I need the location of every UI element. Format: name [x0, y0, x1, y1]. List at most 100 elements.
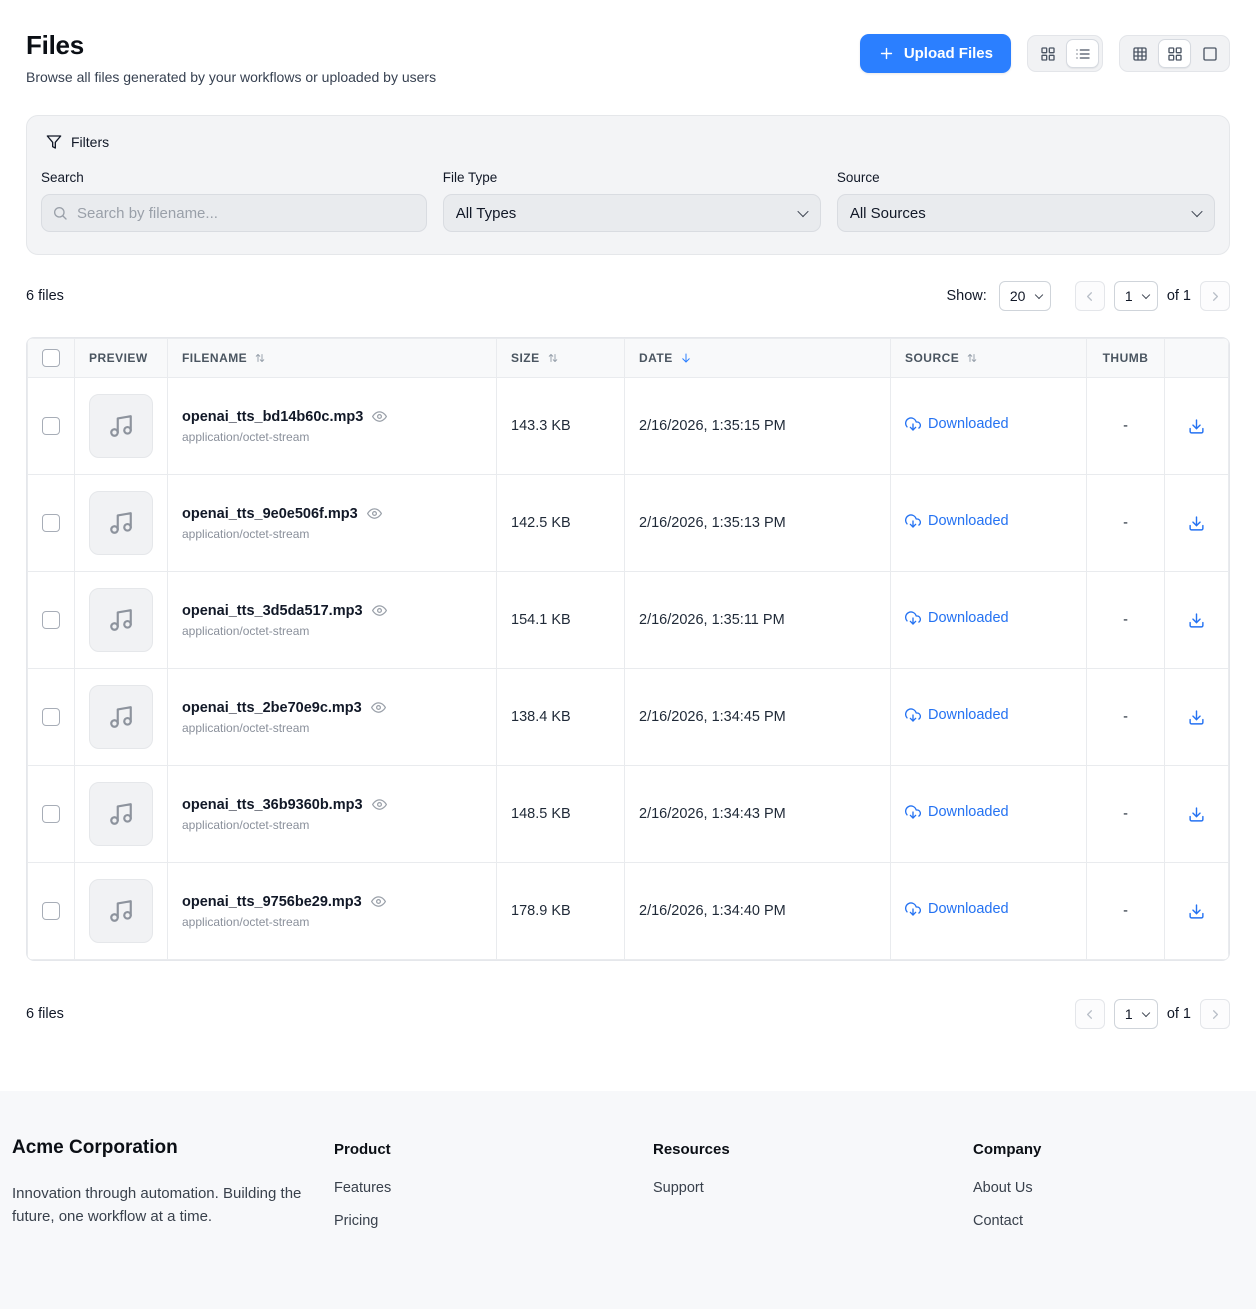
cloud-download-icon [905, 707, 921, 723]
page-size-select[interactable]: 20 [999, 281, 1051, 311]
footer-link-contact[interactable]: Contact [973, 1213, 1244, 1229]
sort-desc-icon [680, 352, 692, 364]
row-checkbox[interactable] [42, 902, 60, 920]
source-label-text: Downloaded [928, 513, 1009, 529]
file-type-select-wrap: All Types [443, 194, 821, 232]
footer-heading: Product [334, 1141, 653, 1158]
filter-funnel-icon [46, 134, 62, 150]
cloud-download-icon [905, 901, 921, 917]
download-button[interactable] [1184, 511, 1209, 536]
source-field-group: Source All Sources [837, 170, 1215, 232]
cloud-download-icon [905, 513, 921, 529]
single-density-button[interactable] [1193, 39, 1226, 68]
eye-icon[interactable] [372, 797, 387, 812]
prev-page-button[interactable] [1075, 999, 1105, 1029]
header-thumb: THUMB [1087, 339, 1165, 378]
header-size[interactable]: SIZE [497, 339, 625, 378]
header-source[interactable]: SOURCE [891, 339, 1087, 378]
download-icon [1188, 709, 1205, 726]
layout-toggle-group [1027, 35, 1103, 72]
pagination-controls-top: Show: 20 1 of 1 [947, 281, 1231, 311]
footer-link-about-us[interactable]: About Us [973, 1180, 1244, 1196]
music-note-icon [108, 510, 134, 536]
file-type-field-group: File Type All Types [443, 170, 821, 232]
table-row: openai_tts_2be70e9c.mp3 application/octe… [28, 669, 1229, 766]
file-mime: application/octet-stream [182, 721, 482, 735]
sort-icon [966, 352, 978, 364]
main-content: Files Browse all files generated by your… [0, 0, 1256, 1029]
download-button[interactable] [1184, 414, 1209, 439]
upload-files-button[interactable]: Upload Files [860, 34, 1011, 73]
cloud-download-icon [905, 416, 921, 432]
page-select-wrap: 1 [1114, 999, 1158, 1029]
source-badge[interactable]: Downloaded [905, 513, 1009, 529]
source-label-text: Downloaded [928, 416, 1009, 432]
file-type-select[interactable]: All Types [443, 194, 821, 232]
list-view-button[interactable] [1066, 39, 1099, 68]
show-label: Show: [947, 288, 987, 304]
file-name: openai_tts_36b9360b.mp3 [182, 797, 363, 813]
header-actions: Upload Files [860, 34, 1230, 73]
next-page-button[interactable] [1200, 281, 1230, 311]
next-page-button[interactable] [1200, 999, 1230, 1029]
source-label-text: Downloaded [928, 901, 1009, 917]
square-icon [1202, 46, 1218, 62]
download-icon [1188, 612, 1205, 629]
source-badge[interactable]: Downloaded [905, 901, 1009, 917]
page-of-text: of 1 [1167, 288, 1191, 304]
download-button[interactable] [1184, 802, 1209, 827]
download-icon [1188, 903, 1205, 920]
thumb-cell: - [1087, 572, 1165, 669]
footer-heading: Resources [653, 1141, 973, 1158]
download-button[interactable] [1184, 608, 1209, 633]
files-table-wrap: PREVIEW FILENAME SIZE DATE SOURCE THUMB … [26, 337, 1230, 961]
source-badge[interactable]: Downloaded [905, 707, 1009, 723]
download-button[interactable] [1184, 705, 1209, 730]
row-checkbox[interactable] [42, 611, 60, 629]
footer-link-pricing[interactable]: Pricing [334, 1213, 653, 1229]
audio-preview [89, 491, 153, 555]
page-select[interactable]: 1 [1114, 281, 1158, 311]
filters-header: Filters [41, 134, 1215, 150]
footer-link-features[interactable]: Features [334, 1180, 653, 1196]
source-badge[interactable]: Downloaded [905, 610, 1009, 626]
audio-preview [89, 879, 153, 943]
source-select[interactable]: All Sources [837, 194, 1215, 232]
header-actions [1165, 339, 1229, 378]
eye-icon[interactable] [372, 409, 387, 424]
footer-link-support[interactable]: Support [653, 1180, 973, 1196]
cloud-download-icon [905, 804, 921, 820]
row-checkbox[interactable] [42, 708, 60, 726]
eye-icon[interactable] [367, 506, 382, 521]
table-density-button[interactable] [1123, 39, 1156, 68]
source-label: Source [837, 170, 1215, 185]
download-icon [1188, 418, 1205, 435]
list-icon [1075, 46, 1091, 62]
row-checkbox[interactable] [42, 805, 60, 823]
select-all-checkbox[interactable] [42, 349, 60, 367]
search-input[interactable] [41, 194, 427, 232]
header-filename[interactable]: FILENAME [168, 339, 497, 378]
grid-density-button[interactable] [1158, 39, 1191, 68]
source-select-wrap: All Sources [837, 194, 1215, 232]
row-checkbox[interactable] [42, 417, 60, 435]
download-button[interactable] [1184, 899, 1209, 924]
eye-icon[interactable] [372, 603, 387, 618]
list-toolbar-bottom: 6 files 1 of 1 [26, 999, 1230, 1029]
search-icon [52, 205, 68, 221]
eye-icon[interactable] [371, 700, 386, 715]
row-checkbox[interactable] [42, 514, 60, 532]
source-badge[interactable]: Downloaded [905, 416, 1009, 432]
prev-page-button[interactable] [1075, 281, 1105, 311]
source-badge[interactable]: Downloaded [905, 804, 1009, 820]
page-select[interactable]: 1 [1114, 999, 1158, 1029]
header-date[interactable]: DATE [625, 339, 891, 378]
files-table: PREVIEW FILENAME SIZE DATE SOURCE THUMB … [27, 338, 1229, 960]
file-date: 2/16/2026, 1:35:11 PM [625, 572, 891, 669]
filters-panel: Filters Search File Type All Types Sour [26, 115, 1230, 255]
cloud-download-icon [905, 610, 921, 626]
file-name: openai_tts_9e0e506f.mp3 [182, 506, 358, 522]
eye-icon[interactable] [371, 894, 386, 909]
upload-files-label: Upload Files [904, 45, 993, 62]
grid-view-button[interactable] [1031, 39, 1064, 68]
